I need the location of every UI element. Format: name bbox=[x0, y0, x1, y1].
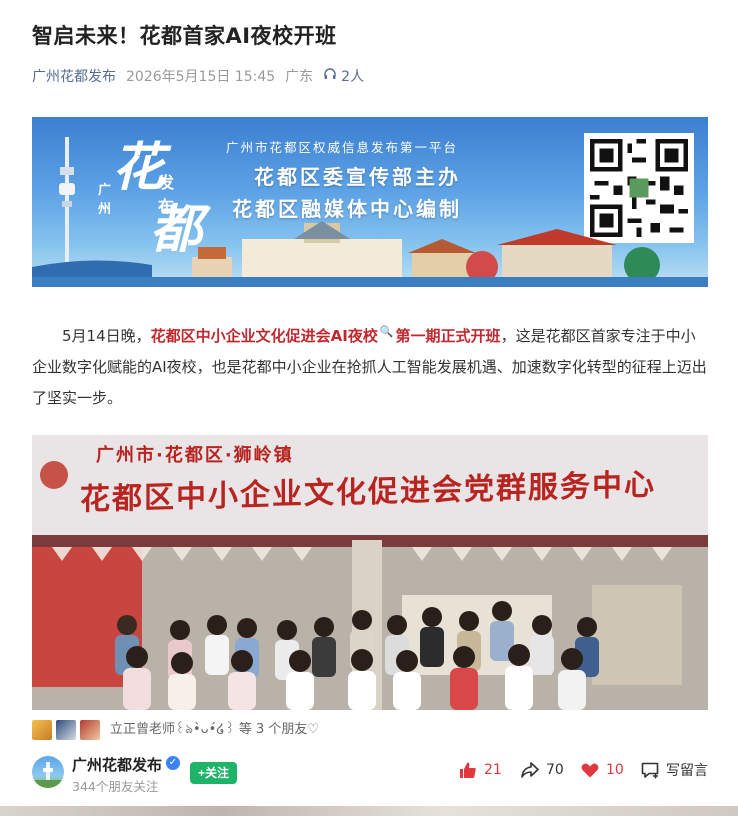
thumbs-up-icon bbox=[458, 760, 478, 780]
city-skyline-graphic bbox=[32, 221, 708, 287]
favorite-button[interactable]: 10 bbox=[580, 760, 624, 780]
search-icon[interactable]: 🔍 bbox=[380, 325, 394, 338]
publish-location: 广东 bbox=[285, 69, 314, 85]
follow-button[interactable]: +关注 bbox=[190, 762, 238, 784]
publish-date: 2026年5月15日 15:45 bbox=[126, 69, 276, 85]
heart-icon bbox=[580, 760, 600, 780]
highlight-org-name: 花都区中小企业文化促进会AI夜校 bbox=[150, 327, 378, 345]
banner-line-1: 花都区委宣传部主办 bbox=[254, 165, 461, 189]
share-button[interactable]: 70 bbox=[520, 760, 564, 780]
comment-icon bbox=[640, 760, 660, 780]
account-link[interactable]: 广州花都发布 bbox=[32, 66, 116, 86]
friends-liked-text: 立正曾老师꒰ঌ•̀ᴗ•́໒꒱ 等 3 个朋友♡ bbox=[110, 722, 320, 737]
event-group-photo[interactable]: 广州市·花都区·狮岭镇 花都区中小企业文化促进会党群服务中心 bbox=[32, 435, 708, 710]
highlight-event: 第一期正式开班 bbox=[395, 327, 501, 345]
friend-avatar bbox=[32, 719, 52, 740]
friend-avatar bbox=[80, 719, 100, 740]
account-avatar[interactable] bbox=[32, 756, 64, 788]
headphones-icon bbox=[323, 67, 337, 85]
article-footer-bar: 广州花都发布 ✓ 344个朋友关注 +关注 21 70 10 写留言 bbox=[32, 752, 712, 796]
favorite-count: 10 bbox=[606, 762, 624, 778]
share-icon bbox=[520, 760, 540, 780]
article-title: 智启未来！花都首家AI夜校开班 bbox=[32, 24, 337, 48]
sign-location-text: 广州市·花都区·狮岭镇 bbox=[96, 445, 294, 466]
article-paragraph: 5月14日晚，花都区中小企业文化促进会AI夜校 🔍 第一期正式开班，这是花都区首家专… bbox=[32, 325, 707, 407]
friend-avatar bbox=[56, 719, 76, 740]
write-comment-button[interactable]: 写留言 bbox=[640, 760, 708, 780]
like-button[interactable]: 21 bbox=[458, 760, 502, 780]
listen-button[interactable]: 2人 bbox=[323, 66, 364, 86]
share-count: 70 bbox=[546, 762, 564, 778]
header-banner-image: 花 广州 发布 都 广州市花都区权威信息发布第一平台 花都区委宣传部主办 花都区… bbox=[32, 117, 708, 287]
write-comment-label: 写留言 bbox=[666, 763, 708, 779]
listener-count: 2人 bbox=[341, 69, 365, 85]
verified-icon: ✓ bbox=[166, 756, 180, 770]
banner-tagline: 广州市花都区权威信息发布第一平台 bbox=[226, 140, 459, 155]
article-meta: 广州花都发布 2026年5月15日 15:45 广东 2人 bbox=[32, 66, 364, 86]
friends-liked-row[interactable]: 立正曾老师꒰ঌ•̀ᴗ•́໒꒱ 等 3 个朋友♡ bbox=[32, 718, 319, 741]
follower-count: 344个朋友关注 bbox=[72, 779, 159, 794]
next-image-preview bbox=[0, 806, 738, 816]
account-name[interactable]: 广州花都发布 bbox=[72, 754, 162, 775]
like-count: 21 bbox=[484, 762, 502, 778]
